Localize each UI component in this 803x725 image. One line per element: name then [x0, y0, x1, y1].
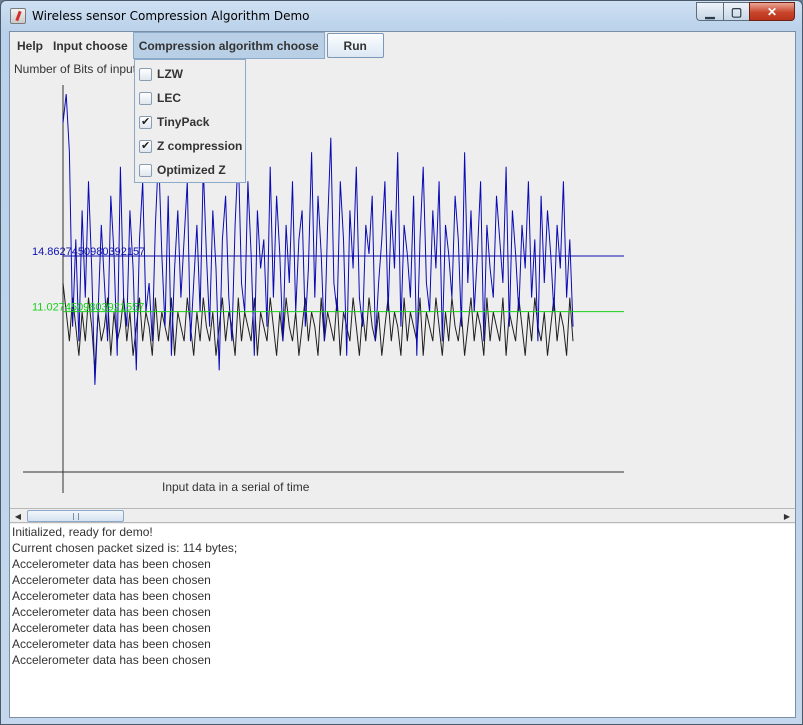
log-line: Initialized, ready for demo!	[12, 525, 153, 539]
window-title: Wireless sensor Compression Algorithm De…	[32, 9, 310, 23]
log-line: Accelerometer data has been chosen	[12, 557, 211, 571]
scrollbar-thumb[interactable]	[27, 510, 124, 522]
grip-icon	[73, 513, 79, 520]
checkbox-tinypack[interactable]	[139, 115, 152, 129]
menu-item-lec[interactable]: LEC	[135, 86, 245, 110]
menu-bar: Help Input choose Compression algorithm …	[10, 32, 795, 59]
chart-panel: 14.8627450980392157 11.0274509803921557 N…	[10, 60, 795, 509]
checkbox-optimized-z[interactable]	[139, 163, 152, 177]
java-app-icon	[10, 8, 26, 24]
maximize-icon: ▢	[730, 4, 743, 19]
menu-item-tinypack[interactable]: TinyPack	[135, 110, 245, 134]
menu-item-label: LEC	[157, 91, 181, 105]
menu-item-optimized-z[interactable]: Optimized Z	[135, 158, 245, 182]
checkbox-z-compression[interactable]	[139, 139, 152, 153]
log-line: Accelerometer data has been chosen	[12, 605, 211, 619]
maximize-button[interactable]: ▢	[723, 2, 749, 21]
menu-item-label: Optimized Z	[157, 163, 226, 177]
menu-help[interactable]: Help	[12, 32, 48, 59]
window-controls: ▁ ▢ ✕	[696, 2, 795, 21]
minimize-button[interactable]: ▁	[696, 2, 723, 21]
menu-compression-algorithm-choose[interactable]: Compression algorithm choose	[132, 32, 325, 59]
close-button[interactable]: ✕	[749, 2, 795, 21]
minimize-icon: ▁	[705, 4, 715, 19]
checkbox-lzw[interactable]	[139, 67, 152, 81]
client-area: Help Input choose Compression algorithm …	[9, 31, 796, 718]
log-line: Accelerometer data has been chosen	[12, 621, 211, 635]
scroll-right-icon[interactable]: ▶	[780, 510, 794, 522]
log-line: Current chosen packet sized is: 114 byte…	[12, 541, 238, 555]
reference-line-label-0: 14.8627450980392157	[32, 246, 145, 258]
menu-input-choose[interactable]: Input choose	[48, 32, 133, 59]
close-icon: ✕	[766, 4, 778, 19]
title-bar[interactable]: Wireless sensor Compression Algorithm De…	[1, 1, 802, 31]
log-line: Accelerometer data has been chosen	[12, 573, 211, 587]
menu-item-z-compression[interactable]: Z compression	[135, 134, 245, 158]
log-textarea[interactable]: Initialized, ready for demo! Current cho…	[10, 524, 795, 717]
x-axis-label: Input data in a serial of time	[162, 480, 310, 494]
compression-algorithm-dropdown: LZW LEC TinyPack Z compression Optimized…	[134, 59, 246, 183]
horizontal-scrollbar[interactable]: ◀ ▶	[10, 508, 795, 523]
series-line-1	[62, 282, 574, 371]
menu-item-lzw[interactable]: LZW	[135, 62, 245, 86]
scroll-left-icon[interactable]: ◀	[11, 510, 25, 522]
menu-item-label: TinyPack	[157, 115, 210, 129]
run-button[interactable]: Run	[326, 33, 384, 58]
checkbox-lec[interactable]	[139, 91, 152, 105]
log-line: Accelerometer data has been chosen	[12, 637, 211, 651]
reference-line-label-1: 11.0274509803921557	[32, 302, 144, 314]
log-line: Accelerometer data has been chosen	[12, 589, 211, 603]
app-window: Wireless sensor Compression Algorithm De…	[0, 0, 803, 725]
menu-item-label: LZW	[157, 67, 183, 81]
y-axis-label: Number of Bits of input	[14, 62, 137, 76]
bits-chart: 14.8627450980392157 11.0274509803921557	[23, 85, 624, 493]
log-line: Accelerometer data has been chosen	[12, 653, 211, 667]
menu-item-label: Z compression	[157, 139, 243, 153]
